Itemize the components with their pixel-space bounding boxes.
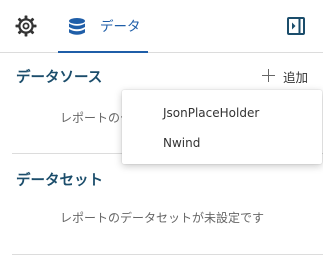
datasets-title: データセット: [16, 173, 103, 189]
plus-icon: [262, 69, 275, 82]
add-label: 追加: [283, 70, 309, 85]
tab-data[interactable]: データ: [58, 0, 148, 53]
dropdown-item-nwind[interactable]: Nwind: [122, 129, 322, 159]
datasets-empty-text: レポートのデータセットが未設定です: [60, 211, 265, 225]
panel-toggle-button[interactable]: [286, 16, 306, 36]
divider: [12, 254, 323, 255]
dropdown-item-label: JsonPlaceHolder: [163, 106, 260, 120]
panel-toggle-icon: [287, 17, 305, 35]
active-tab-underline: [58, 51, 148, 53]
tab-settings[interactable]: [14, 14, 38, 38]
database-icon: [69, 18, 85, 35]
data-sources-title: データソース: [16, 70, 103, 86]
gear-icon: [15, 15, 37, 37]
dropdown-item-label: Nwind: [163, 136, 201, 150]
dropdown-item-jsonplaceholder[interactable]: JsonPlaceHolder: [122, 99, 322, 129]
tab-data-label: データ: [100, 19, 141, 35]
tab-bar: データ: [0, 0, 323, 53]
add-data-source-dropdown: JsonPlaceHolder Nwind: [122, 90, 322, 164]
